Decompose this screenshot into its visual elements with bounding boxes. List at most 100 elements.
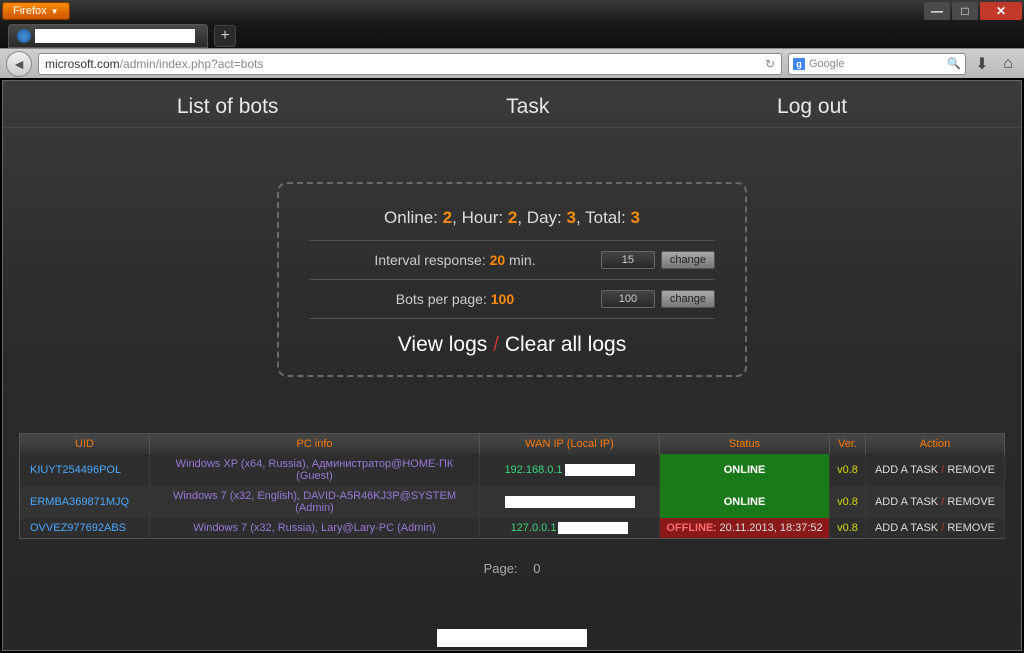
pager-label: Page: — [484, 561, 518, 576]
separator: / — [938, 464, 947, 476]
log-actions: View logs / Clear all logs — [309, 319, 715, 357]
nav-list-of-bots[interactable]: List of bots — [177, 95, 279, 119]
status-cell: ONLINE — [660, 486, 830, 518]
close-button[interactable]: ✕ — [980, 2, 1022, 20]
th-ver: Ver. — [830, 434, 866, 455]
maximize-button[interactable]: □ — [952, 2, 978, 20]
reload-icon[interactable]: ↻ — [765, 57, 775, 71]
bpp-value: 100 — [491, 291, 514, 307]
bots-table: UID PC info WAN IP (Local IP) Status Ver… — [19, 433, 1005, 539]
table-row: OVVEZ977692ABSWindows 7 (x32, Russia), L… — [20, 518, 1005, 539]
th-status: Status — [660, 434, 830, 455]
bpp-row: Bots per page: 100 change — [309, 280, 715, 319]
plus-icon: + — [220, 27, 229, 45]
chevron-down-icon: ▼ — [51, 7, 59, 16]
interval-input[interactable] — [601, 251, 655, 269]
url-host: microsoft.com — [45, 57, 120, 71]
firefox-menu-button[interactable]: Firefox ▼ — [2, 2, 70, 20]
interval-row: Interval response: 20 min. change — [309, 241, 715, 280]
pcinfo-cell: Windows 7 (x32, English), DAVID-A5R46KJ3… — [150, 486, 480, 518]
day-value: 3 — [567, 208, 576, 227]
uid-cell[interactable]: ERMBA369871MJQ — [20, 486, 150, 518]
add-task-link[interactable]: ADD A TASK — [875, 496, 938, 508]
interval-unit: min. — [509, 252, 535, 268]
th-wanip: WAN IP (Local IP) — [480, 434, 660, 455]
url-input[interactable]: microsoft.com/admin/index.php?act=bots ↻ — [38, 53, 782, 75]
online-label: Online: — [384, 208, 438, 227]
minimize-button[interactable]: — — [924, 2, 950, 20]
uid-cell[interactable]: OVVEZ977692ABS — [20, 518, 150, 539]
table-header-row: UID PC info WAN IP (Local IP) Status Ver… — [20, 434, 1005, 455]
action-cell: ADD A TASK / REMOVE — [866, 518, 1005, 539]
navigation-toolbar: ◄ microsoft.com/admin/index.php?act=bots… — [0, 48, 1024, 78]
window-title-bar: Firefox ▼ — □ ✕ — [0, 0, 1024, 22]
ver-cell: v0.8 — [830, 518, 866, 539]
redacted-footer — [437, 629, 587, 647]
bpp-label: Bots per page: — [396, 291, 487, 307]
globe-icon — [17, 29, 31, 43]
view-logs-link[interactable]: View logs — [398, 333, 488, 356]
url-path: /admin/index.php?act=bots — [120, 57, 264, 71]
bpp-change-button[interactable]: change — [661, 290, 715, 308]
ip-cell: 192.168.0.1 — [480, 454, 660, 486]
hour-label: Hour: — [462, 208, 504, 227]
ip-redacted — [505, 496, 635, 508]
ip-cell — [480, 486, 660, 518]
status-cell: ONLINE — [660, 454, 830, 486]
status-cell: OFFLINE: 20.11.2013, 18:37:52 — [660, 518, 830, 539]
new-tab-button[interactable]: + — [214, 25, 236, 47]
uid-cell[interactable]: KIUYT254496POL — [20, 454, 150, 486]
total-label: Total: — [585, 208, 626, 227]
hour-value: 2 — [508, 208, 517, 227]
window-controls: — □ ✕ — [924, 2, 1022, 20]
google-icon: g — [793, 58, 805, 70]
remove-link[interactable]: REMOVE — [947, 464, 995, 476]
day-label: Day: — [527, 208, 562, 227]
add-task-link[interactable]: ADD A TASK — [875, 522, 938, 534]
firefox-label: Firefox — [13, 5, 47, 17]
online-value: 2 — [443, 208, 452, 227]
separator: / — [938, 496, 947, 508]
pcinfo-cell: Windows 7 (x32, Russia), Lary@Lary-PC (A… — [150, 518, 480, 539]
search-input[interactable]: g Google 🔍 — [788, 53, 966, 75]
browser-tab[interactable] — [8, 24, 208, 48]
tab-strip: + — [0, 22, 1024, 48]
ip-value: 192.168.0.1 — [504, 464, 562, 476]
th-pcinfo: PC info — [150, 434, 480, 455]
nav-task[interactable]: Task — [506, 95, 549, 119]
stats-summary: Online: 2, Hour: 2, Day: 3, Total: 3 — [309, 200, 715, 241]
ip-redacted — [565, 464, 635, 476]
back-button[interactable]: ◄ — [6, 51, 32, 77]
th-action: Action — [866, 434, 1005, 455]
pager: Page: 0 — [3, 561, 1021, 577]
remove-link[interactable]: REMOVE — [947, 522, 995, 534]
remove-link[interactable]: REMOVE — [947, 496, 995, 508]
separator: / — [493, 333, 505, 356]
pager-value: 0 — [533, 561, 540, 576]
action-cell: ADD A TASK / REMOVE — [866, 486, 1005, 518]
bpp-input[interactable] — [601, 290, 655, 308]
download-icon[interactable]: ⬇ — [972, 54, 992, 74]
total-value: 3 — [630, 208, 639, 227]
clear-logs-link[interactable]: Clear all logs — [505, 333, 626, 356]
interval-label: Interval response: — [374, 252, 485, 268]
interval-change-button[interactable]: change — [661, 251, 715, 269]
pcinfo-cell: Windows XP (x64, Russia), Администратор@… — [150, 454, 480, 486]
table-row: KIUYT254496POLWindows XP (x64, Russia), … — [20, 454, 1005, 486]
ver-cell: v0.8 — [830, 454, 866, 486]
home-icon[interactable]: ⌂ — [998, 54, 1018, 74]
ip-value: 127.0.0.1 — [511, 522, 557, 534]
separator: / — [938, 522, 947, 534]
page-content: List of bots Task Log out Online: 2, Hou… — [2, 80, 1022, 651]
nav-logout[interactable]: Log out — [777, 95, 847, 119]
search-placeholder: Google — [809, 58, 844, 70]
action-cell: ADD A TASK / REMOVE — [866, 454, 1005, 486]
ip-cell: 127.0.0.1 — [480, 518, 660, 539]
ver-cell: v0.8 — [830, 486, 866, 518]
stats-panel: Online: 2, Hour: 2, Day: 3, Total: 3 Int… — [277, 182, 747, 377]
search-icon[interactable]: 🔍 — [947, 57, 961, 70]
interval-value: 20 — [490, 252, 506, 268]
th-uid: UID — [20, 434, 150, 455]
main-nav: List of bots Task Log out — [3, 81, 1021, 128]
add-task-link[interactable]: ADD A TASK — [875, 464, 938, 476]
